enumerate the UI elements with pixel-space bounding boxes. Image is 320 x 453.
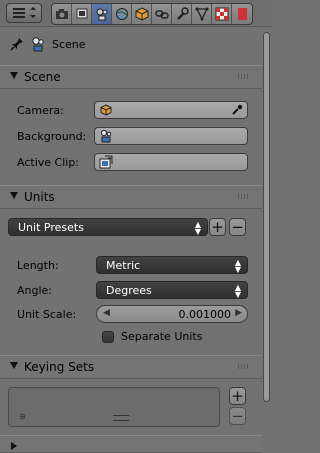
scene-panel-title: Scene bbox=[24, 70, 61, 84]
properties-header bbox=[0, 0, 272, 27]
camera-label: Camera: bbox=[17, 104, 64, 117]
plus-icon: + bbox=[231, 387, 244, 405]
angle-label: Angle: bbox=[17, 284, 53, 297]
tab-constraints[interactable] bbox=[152, 4, 172, 24]
length-label: Length: bbox=[17, 259, 59, 272]
unit-presets-menu[interactable]: Unit Presets ▲ ▼ bbox=[8, 218, 208, 236]
movie-clip-icon bbox=[99, 155, 113, 169]
tab-object[interactable] bbox=[132, 4, 152, 24]
remove-preset-button[interactable]: − bbox=[229, 218, 246, 236]
minus-icon: − bbox=[231, 218, 244, 236]
tab-material[interactable] bbox=[212, 4, 232, 24]
eyedropper-icon[interactable] bbox=[231, 104, 243, 116]
mesh-data-icon bbox=[195, 7, 208, 21]
camera-object-icon bbox=[100, 104, 112, 116]
context-label: Scene bbox=[52, 38, 86, 51]
resize-grip-icon[interactable] bbox=[113, 415, 129, 421]
editor-type-icon bbox=[13, 7, 36, 18]
separate-units-label: Separate Units bbox=[121, 330, 203, 343]
context-tabs bbox=[51, 3, 253, 25]
units-panel-body: Unit Presets ▲ ▼ + − Length: Metric ▲ ▼ An… bbox=[0, 209, 262, 355]
keying-sets-panel-header[interactable]: Keying Sets bbox=[0, 355, 262, 379]
collapse-arrow-icon bbox=[10, 362, 18, 369]
camera-render-icon bbox=[55, 9, 68, 19]
texture-icon bbox=[238, 8, 247, 20]
drag-grip-icon[interactable] bbox=[238, 364, 250, 369]
unit-presets-label: Unit Presets bbox=[18, 221, 84, 234]
up-down-arrows-icon: ▲ ▼ bbox=[234, 258, 241, 274]
scene-panel-body: Camera: Background: Active Clip: bbox=[0, 89, 262, 185]
context-breadcrumb: Scene bbox=[0, 27, 262, 65]
material-checker-icon bbox=[215, 7, 228, 21]
units-panel-title: Units bbox=[24, 190, 55, 204]
expand-arrow-icon bbox=[11, 442, 21, 450]
active-clip-label: Active Clip: bbox=[17, 156, 80, 169]
pin-icon[interactable] bbox=[10, 37, 24, 51]
increment-arrow-icon[interactable]: ▶ bbox=[235, 308, 242, 318]
background-label: Background: bbox=[17, 130, 87, 143]
tab-modifiers[interactable] bbox=[172, 4, 192, 24]
add-preset-button[interactable]: + bbox=[209, 218, 226, 236]
length-dropdown[interactable]: Metric ▲ ▼ bbox=[96, 256, 248, 274]
tab-data[interactable] bbox=[192, 4, 212, 24]
keying-sets-list[interactable]: ⊕ bbox=[8, 387, 220, 427]
scene-icon bbox=[32, 37, 44, 52]
unit-scale-value: 0.001000 bbox=[178, 308, 232, 321]
wrench-icon bbox=[176, 7, 189, 20]
collapse-arrow-icon bbox=[10, 192, 18, 199]
editor-type-button[interactable] bbox=[6, 3, 42, 23]
scrollbar[interactable] bbox=[263, 32, 270, 402]
length-value: Metric bbox=[106, 259, 141, 272]
separate-units-checkbox[interactable] bbox=[102, 331, 114, 343]
units-panel-header[interactable]: Units bbox=[0, 185, 262, 209]
scene-panel-header[interactable]: Scene bbox=[0, 65, 262, 89]
decrement-arrow-icon[interactable]: ◀ bbox=[103, 308, 110, 318]
drag-grip-icon[interactable] bbox=[238, 194, 250, 199]
remove-keying-set-button[interactable]: − bbox=[229, 407, 246, 425]
angle-value: Degrees bbox=[106, 284, 152, 297]
tab-texture[interactable] bbox=[232, 4, 252, 24]
add-keying-set-button[interactable]: + bbox=[229, 387, 246, 405]
constraint-link-icon bbox=[154, 10, 169, 19]
object-cube-icon bbox=[135, 7, 148, 21]
scene-icon bbox=[100, 129, 112, 143]
tab-scene[interactable] bbox=[92, 4, 112, 24]
minus-icon: − bbox=[231, 407, 244, 425]
filter-options-icon[interactable]: ⊕ bbox=[19, 412, 26, 421]
render-layers-icon bbox=[76, 8, 87, 19]
unit-scale-field[interactable]: ◀ 0.001000 ▶ bbox=[96, 305, 248, 323]
drag-grip-icon[interactable] bbox=[238, 74, 250, 79]
keying-sets-panel-title: Keying Sets bbox=[24, 360, 95, 374]
world-icon bbox=[115, 8, 128, 20]
tab-render[interactable] bbox=[52, 4, 72, 24]
active-clip-field[interactable] bbox=[94, 153, 248, 171]
keying-sets-panel-body: ⊕ + − bbox=[0, 379, 262, 435]
plus-icon: + bbox=[211, 218, 224, 236]
color-management-panel-header[interactable] bbox=[0, 435, 262, 453]
tab-render-layers[interactable] bbox=[72, 4, 92, 24]
angle-dropdown[interactable]: Degrees ▲ ▼ bbox=[96, 281, 248, 299]
up-down-arrows-icon: ▲ ▼ bbox=[234, 283, 241, 299]
scene-icon bbox=[96, 8, 107, 21]
properties-content: Scene Scene Camera: Background: Active C… bbox=[0, 27, 262, 453]
tab-world[interactable] bbox=[112, 4, 132, 24]
camera-field[interactable] bbox=[94, 101, 248, 119]
up-down-arrows-icon: ▲ ▼ bbox=[194, 220, 201, 236]
unit-scale-label: Unit Scale: bbox=[17, 308, 77, 321]
collapse-arrow-icon bbox=[10, 72, 18, 79]
background-field[interactable] bbox=[94, 127, 248, 145]
